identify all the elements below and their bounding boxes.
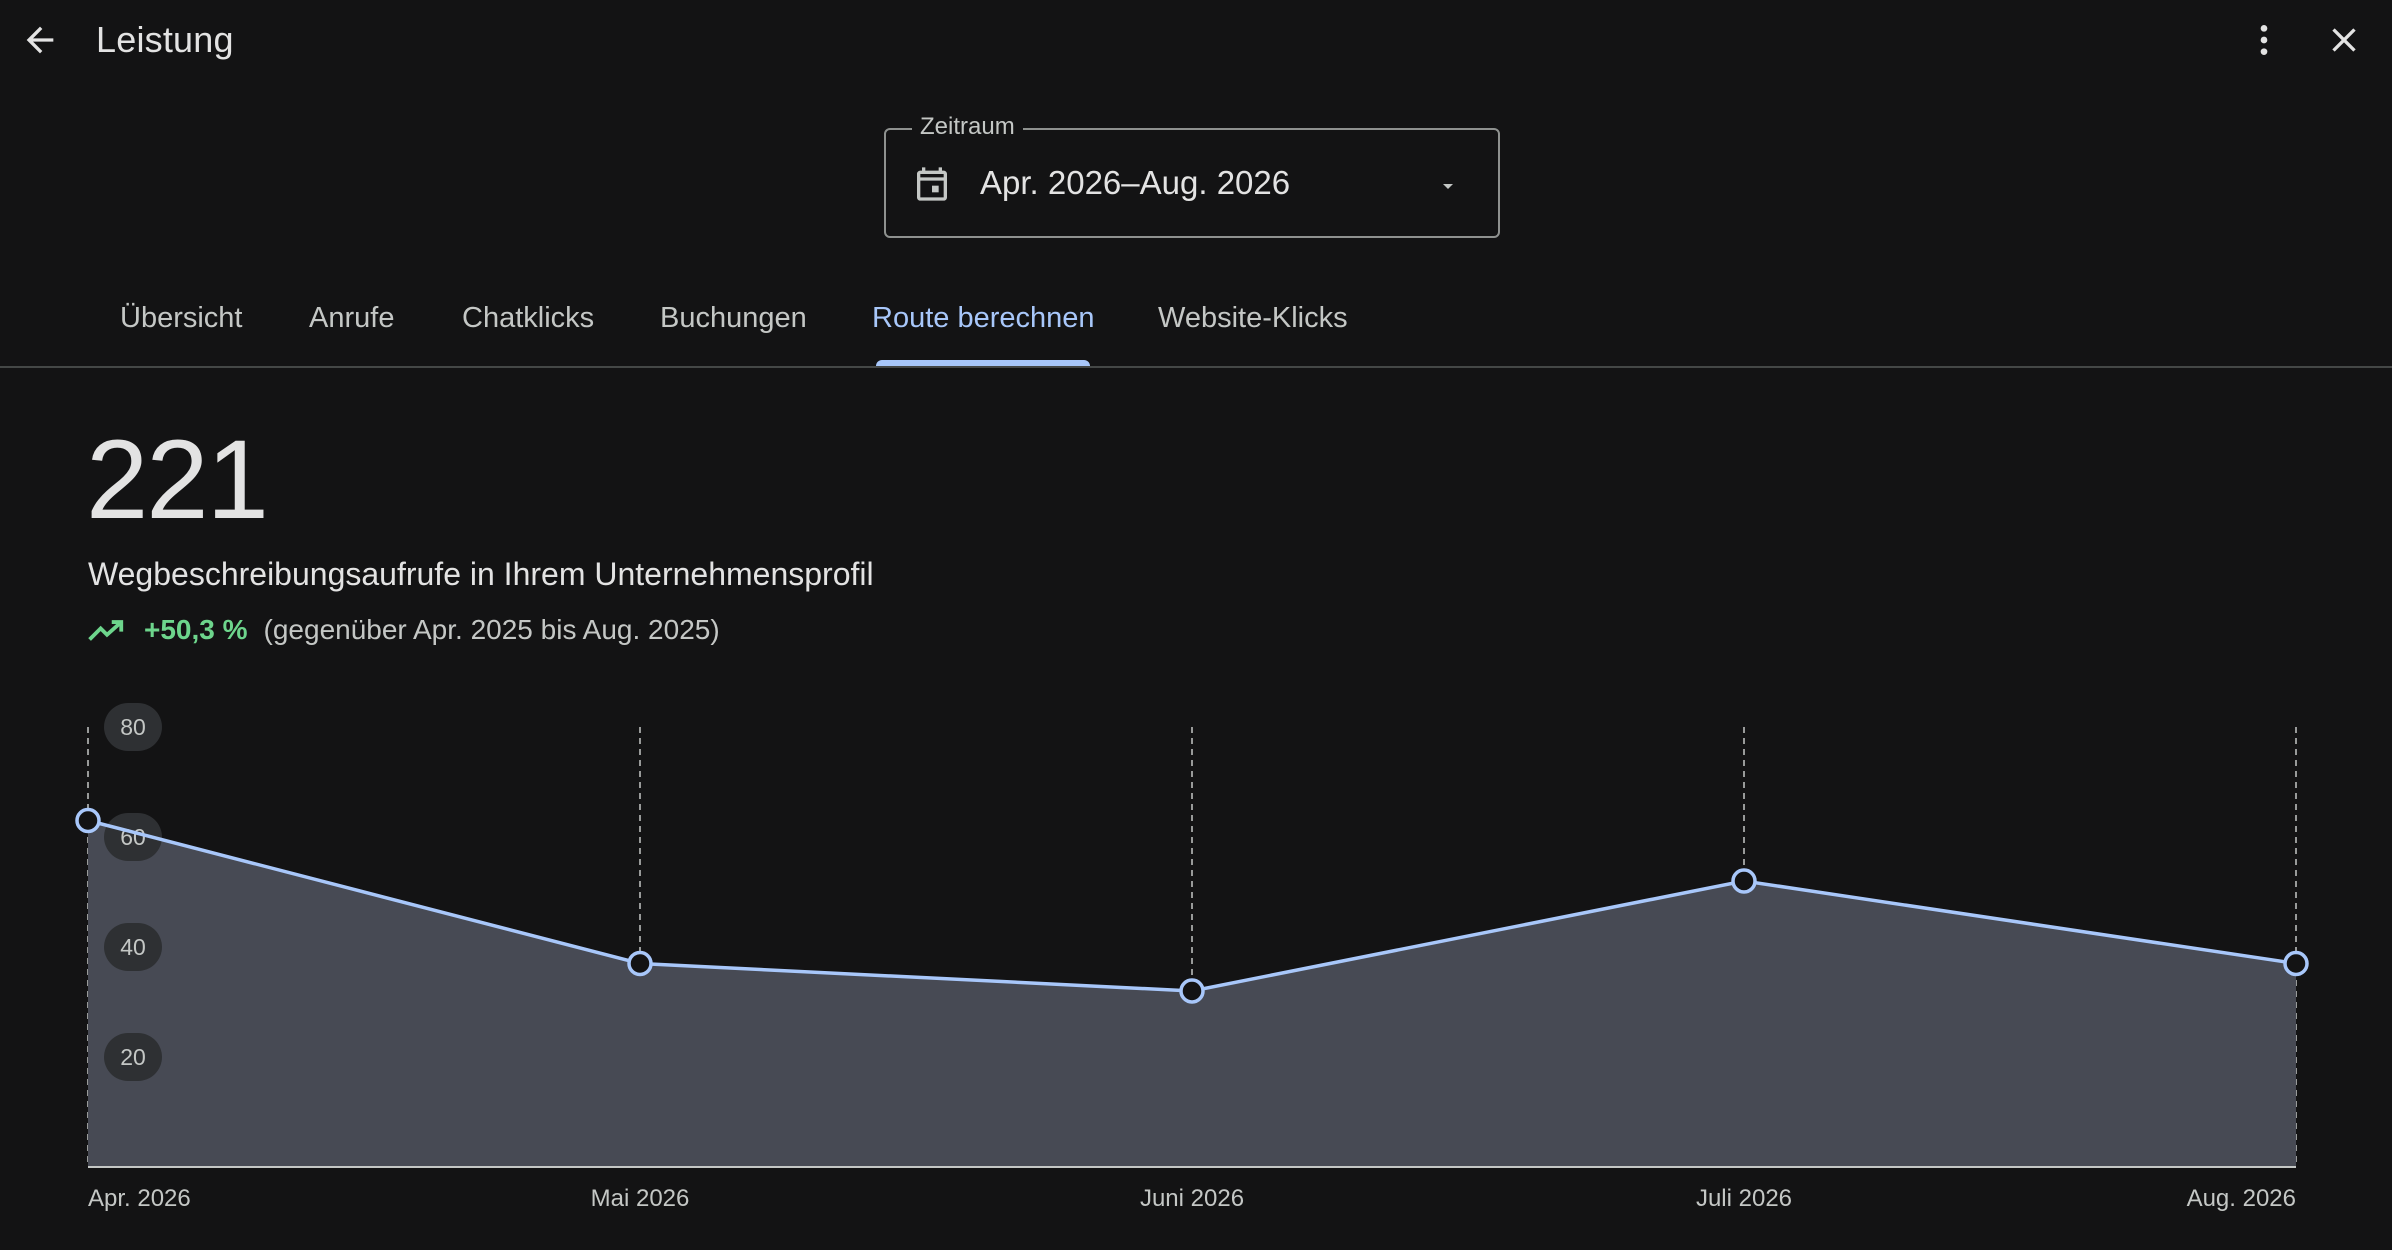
chart-point[interactable] (1179, 978, 1205, 1004)
metric-total: 221 (86, 417, 269, 542)
active-tab-indicator (876, 360, 1090, 366)
app-header: Leistung (0, 0, 2392, 80)
tab-anrufe[interactable]: Anrufe (309, 302, 394, 335)
svg-text:60: 60 (120, 824, 146, 850)
close-button[interactable] (2312, 8, 2376, 72)
chart-point[interactable] (2283, 950, 2309, 977)
chart-x-label: Apr. 2026 (88, 1185, 191, 1212)
tab-route-berechnen[interactable]: Route berechnen (872, 302, 1095, 335)
svg-text:40: 40 (120, 934, 146, 960)
chart-x-label: Juni 2026 (1140, 1185, 1244, 1212)
close-icon (2332, 28, 2356, 52)
trend-comparison: (gegenüber Apr. 2025 bis Aug. 2025) (263, 614, 720, 645)
chart-point[interactable] (75, 807, 101, 834)
calendar-icon (917, 167, 947, 201)
svg-text:20: 20 (120, 1044, 146, 1070)
arrow-drop-down-icon (1443, 184, 1453, 189)
route-chart: 20 40 60 80 Apr. 2026 Mai 2026 Juni 2026 Juli … (75, 703, 2309, 1212)
chart-x-label: Juli 2026 (1696, 1185, 1792, 1212)
date-range-label: Zeitraum (912, 113, 1023, 141)
tab-buchungen[interactable]: Buchungen (660, 302, 807, 335)
back-button[interactable] (8, 8, 72, 72)
trend-row: +50,3 % (gegenüber Apr. 2025 bis Aug. 20… (88, 610, 720, 650)
page-title: Leistung (96, 19, 234, 60)
more-options-button[interactable] (2232, 8, 2296, 72)
arrow-back-icon (26, 26, 54, 54)
chart-x-label: Mai 2026 (591, 1185, 690, 1212)
tab-uebersicht[interactable]: Übersicht (120, 302, 243, 335)
svg-text:80: 80 (120, 714, 146, 740)
date-range-select[interactable]: Zeitraum Apr. 2026–Aug. 2026 (884, 113, 1500, 238)
chart-point[interactable] (1731, 868, 1757, 894)
chart-y-tick: 20 (104, 1033, 162, 1081)
chart-y-tick: 80 (104, 703, 162, 751)
chart-point[interactable] (627, 950, 653, 977)
metric-label: Wegbeschreibungsaufrufe in Ihrem Unterne… (88, 556, 874, 592)
date-range-value: Apr. 2026–Aug. 2026 (980, 164, 1291, 201)
trending-up-icon (88, 620, 124, 641)
tab-website-klicks[interactable]: Website-Klicks (1158, 302, 1348, 335)
more-vert-icon (2260, 25, 2268, 55)
tab-bar: Übersicht Anrufe Chatklicks Buchungen Ro… (0, 280, 2392, 368)
chart-y-tick: 40 (104, 923, 162, 971)
chart-x-label: Aug. 2026 (2187, 1185, 2296, 1212)
tab-chatklicks[interactable]: Chatklicks (462, 302, 594, 335)
trend-change: +50,3 % (144, 614, 248, 645)
